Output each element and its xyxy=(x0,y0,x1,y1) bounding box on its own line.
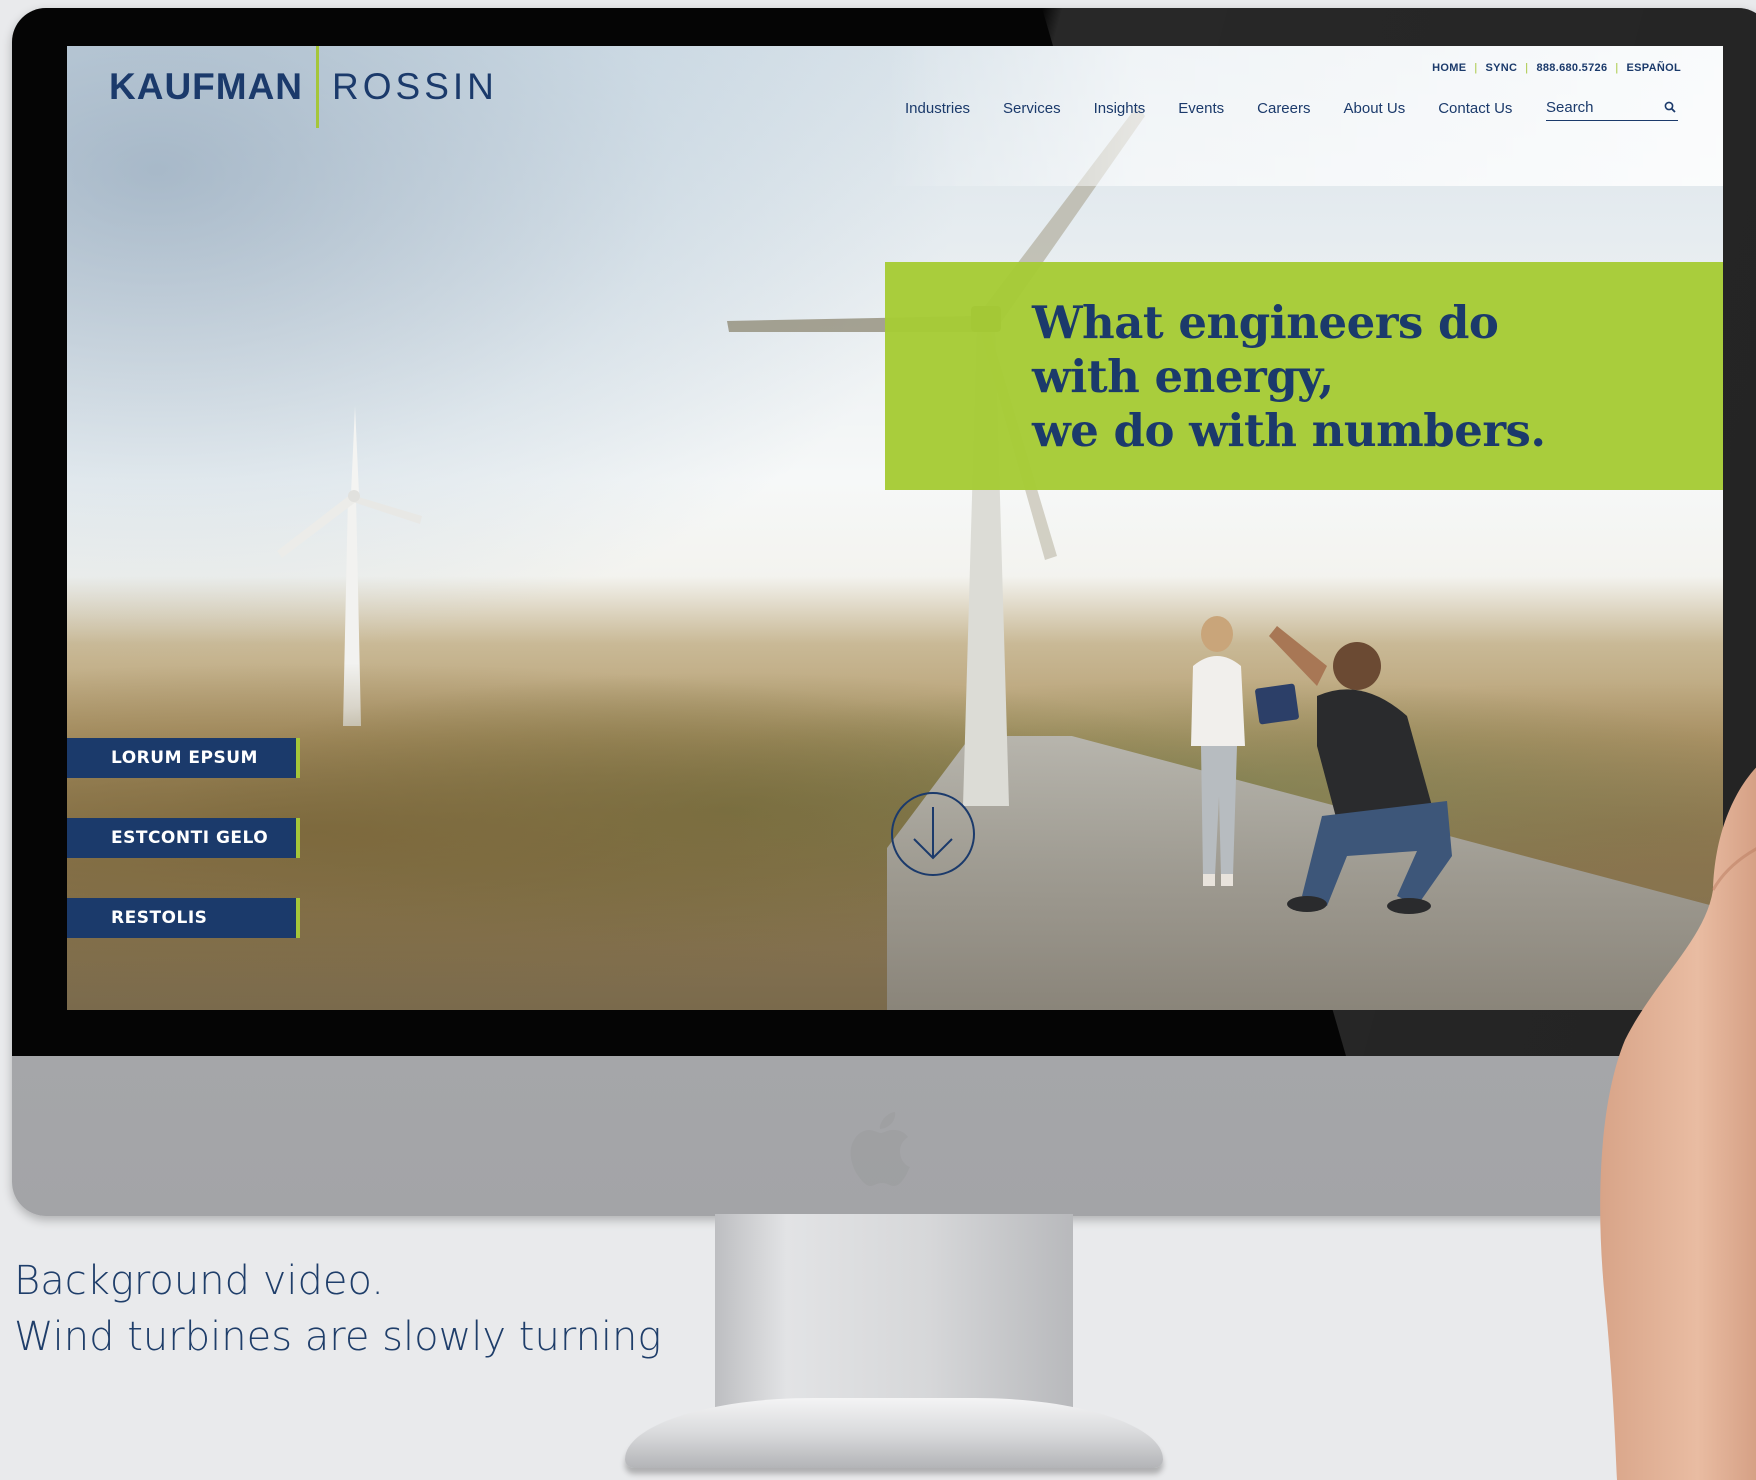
nav-services[interactable]: Services xyxy=(1003,100,1061,117)
side-button-restolis[interactable]: RESTOLIS xyxy=(67,898,300,938)
utility-phone-link[interactable]: 888.680.5726 xyxy=(1536,62,1607,74)
hero-headline: What engineers do with energy, we do wit… xyxy=(1032,296,1546,458)
nav-careers[interactable]: Careers xyxy=(1257,100,1310,117)
nav-contact-us[interactable]: Contact Us xyxy=(1438,100,1512,117)
logo-divider xyxy=(316,46,320,128)
people-illustration xyxy=(1191,616,1452,914)
logo-rossin: ROSSIN xyxy=(332,66,498,107)
utility-espanol-link[interactable]: ESPAÑOL xyxy=(1627,62,1681,74)
logo[interactable]: KAUFMAN ROSSIN xyxy=(109,46,498,128)
arrow-down-circle-icon[interactable] xyxy=(890,791,976,877)
search-box xyxy=(1546,94,1678,121)
nav-industries[interactable]: Industries xyxy=(905,100,970,117)
website-screen: KAUFMAN ROSSIN HOME | SYNC | 888.680.572… xyxy=(67,46,1723,1010)
nav-events[interactable]: Events xyxy=(1178,100,1224,117)
separator: | xyxy=(1615,62,1619,74)
utility-nav: HOME | SYNC | 888.680.5726 | ESPAÑOL xyxy=(1432,62,1681,74)
hero-banner: What engineers do with energy, we do wit… xyxy=(885,262,1723,490)
side-button-estconti-gelo[interactable]: ESTCONTI GELO xyxy=(67,818,300,858)
search-icon[interactable] xyxy=(1664,101,1676,113)
apple-logo-icon xyxy=(850,1112,910,1186)
nav-insights[interactable]: Insights xyxy=(1094,100,1146,117)
separator: | xyxy=(1525,62,1529,74)
hero-line-2: with energy, xyxy=(1032,350,1334,403)
caption-line-2: Wind turbines are slowly turning xyxy=(14,1314,662,1360)
hero-line-1: What engineers do xyxy=(1032,296,1499,349)
caption-line-1: Background video. xyxy=(14,1258,384,1304)
caption: Background video. Wind turbines are slow… xyxy=(14,1253,661,1365)
separator: | xyxy=(1474,62,1478,74)
utility-sync-link[interactable]: SYNC xyxy=(1486,62,1518,74)
logo-kaufman: KAUFMAN xyxy=(109,66,304,107)
main-nav: Industries Services Insights Events Care… xyxy=(905,100,1545,117)
monitor-stand xyxy=(715,1214,1073,1414)
nav-about-us[interactable]: About Us xyxy=(1344,100,1406,117)
utility-home-link[interactable]: HOME xyxy=(1432,62,1466,74)
hero-line-3: we do with numbers. xyxy=(1032,404,1546,457)
side-button-lorum-epsum[interactable]: LORUM EPSUM xyxy=(67,738,300,778)
search-input[interactable] xyxy=(1546,98,1656,116)
hand-illustration xyxy=(1600,767,1756,1480)
monitor-stand-foot xyxy=(625,1398,1163,1468)
